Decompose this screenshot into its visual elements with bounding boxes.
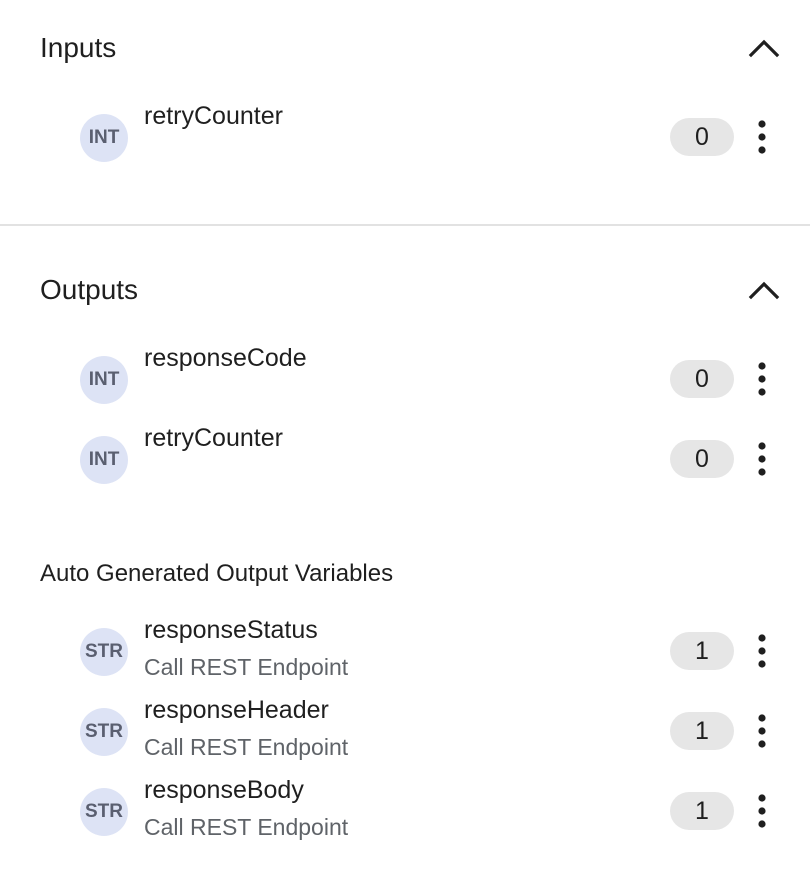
type-badge: STR [80,708,128,756]
more-options-button[interactable] [744,116,780,158]
auto-output-variable-row[interactable]: STR responseHeader Call REST Endpoint 1 [0,694,810,766]
variable-name: responseBody [144,776,304,804]
variable-source: Call REST Endpoint [144,734,349,760]
type-badge: INT [80,436,128,484]
auto-generated-heading: Auto Generated Output Variables [40,560,394,587]
more-options-button[interactable] [744,358,780,400]
more-vertical-icon [758,120,766,154]
outputs-section-header: Outputs [40,270,782,310]
variable-name: retryCounter [144,102,283,130]
more-vertical-icon [758,794,766,828]
more-options-button[interactable] [744,438,780,480]
variable-source: Call REST Endpoint [144,814,349,840]
more-options-button[interactable] [744,790,780,832]
usage-count-chip[interactable]: 0 [670,360,734,398]
more-vertical-icon [758,362,766,396]
usage-count-chip[interactable]: 0 [670,118,734,156]
variable-name: responseCode [144,344,307,372]
more-options-button[interactable] [744,710,780,752]
outputs-collapse-button[interactable] [746,272,782,308]
output-variable-row[interactable]: INT retryCounter 0 [0,422,810,494]
auto-output-variable-row[interactable]: STR responseStatus Call REST Endpoint 1 [0,614,810,686]
more-options-button[interactable] [744,630,780,672]
variable-name: retryCounter [144,424,283,452]
variable-name: responseStatus [144,616,318,644]
more-vertical-icon [758,714,766,748]
more-vertical-icon [758,442,766,476]
auto-output-variable-row[interactable]: STR responseBody Call REST Endpoint 1 [0,774,810,846]
inputs-collapse-button[interactable] [746,30,782,66]
output-variable-row[interactable]: INT responseCode 0 [0,342,810,414]
inputs-section-header: Inputs [40,28,782,68]
chevron-up-icon [748,281,780,300]
variable-name: responseHeader [144,696,329,724]
usage-count-chip[interactable]: 1 [670,792,734,830]
usage-count-chip[interactable]: 1 [670,712,734,750]
type-badge: INT [80,114,128,162]
outputs-title: Outputs [40,274,139,305]
chevron-up-icon [748,39,780,58]
usage-count-chip[interactable]: 0 [670,440,734,478]
type-badge: STR [80,788,128,836]
more-vertical-icon [758,634,766,668]
type-badge: STR [80,628,128,676]
variable-source: Call REST Endpoint [144,654,349,680]
inputs-title: Inputs [40,32,117,63]
input-variable-row[interactable]: INT retryCounter 0 [0,100,810,172]
usage-count-chip[interactable]: 1 [670,632,734,670]
type-badge: INT [80,356,128,404]
section-divider [0,224,810,226]
